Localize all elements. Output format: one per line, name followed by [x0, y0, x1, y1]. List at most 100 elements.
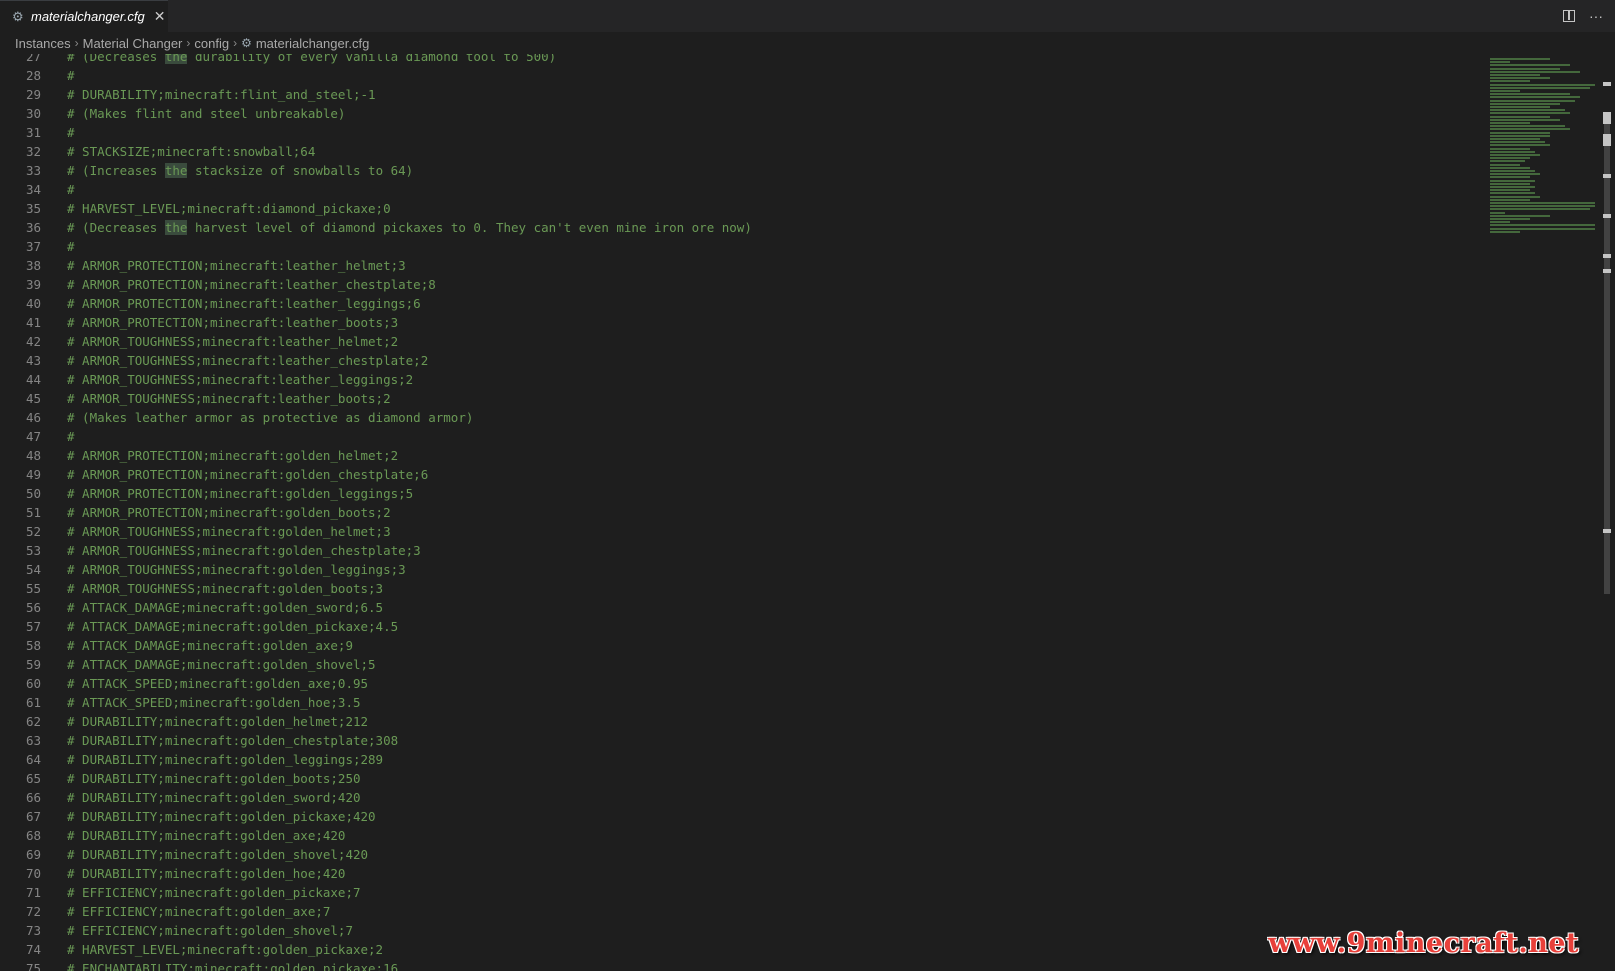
code-line[interactable]: 34 # [0, 180, 1480, 199]
minimap-line [1490, 170, 1535, 172]
editor-actions: ··· [1563, 0, 1603, 32]
code-line[interactable]: 56 # ATTACK_DAMAGE;minecraft:golden_sword… [0, 598, 1480, 617]
code-line[interactable]: 60 # ATTACK_SPEED;minecraft:golden_axe;0.… [0, 674, 1480, 693]
code-line[interactable]: 57 # ATTACK_DAMAGE;minecraft:golden_picka… [0, 617, 1480, 636]
code-line[interactable]: 47 # [0, 427, 1480, 446]
line-text: # DURABILITY;minecraft:flint_and_steel;-… [67, 87, 376, 102]
line-number: 36 [25, 220, 41, 235]
close-icon[interactable]: ✕ [154, 8, 166, 25]
code-line[interactable]: 43 # ARMOR_TOUGHNESS;minecraft:leather_ch… [0, 351, 1480, 370]
scroll-marker [1603, 134, 1611, 146]
code-line[interactable]: 55 # ARMOR_TOUGHNESS;minecraft:golden_boo… [0, 579, 1480, 598]
line-number: 35 [25, 201, 41, 216]
code-line[interactable]: 67 # DURABILITY;minecraft:golden_pickaxe;… [0, 807, 1480, 826]
minimap[interactable] [1480, 54, 1600, 971]
code-line[interactable]: 75 # ENCHANTABILITY;minecraft:golden_pick… [0, 959, 1480, 971]
code-line[interactable]: 29 # DURABILITY;minecraft:flint_and_steel… [0, 85, 1480, 104]
code-line[interactable]: 40 # ARMOR_PROTECTION;minecraft:leather_l… [0, 294, 1480, 313]
breadcrumb: Instances › Material Changer › config › … [0, 32, 1615, 54]
code-line[interactable]: 46 # (Makes leather armor as protective a… [0, 408, 1480, 427]
code-line[interactable]: 53 # ARMOR_TOUGHNESS;minecraft:golden_che… [0, 541, 1480, 560]
line-number: 47 [25, 429, 41, 444]
minimap-line [1490, 205, 1595, 208]
minimap-line [1490, 64, 1570, 67]
code-line[interactable]: 35 # HARVEST_LEVEL;minecraft:diamond_pick… [0, 199, 1480, 218]
code-line[interactable]: 52 # ARMOR_TOUGHNESS;minecraft:golden_hel… [0, 522, 1480, 541]
code-line[interactable]: 58 # ATTACK_DAMAGE;minecraft:golden_axe;9 [0, 636, 1480, 655]
minimap-line [1490, 93, 1570, 96]
code-line[interactable]: 49 # ARMOR_PROTECTION;minecraft:golden_ch… [0, 465, 1480, 484]
line-text: # DURABILITY;minecraft:golden_boots;250 [67, 771, 361, 786]
line-text: # ATTACK_SPEED;minecraft:golden_hoe;3.5 [67, 695, 361, 710]
code-line[interactable]: 64 # DURABILITY;minecraft:golden_leggings… [0, 750, 1480, 769]
more-actions-icon[interactable]: ··· [1589, 8, 1603, 24]
code-line[interactable]: 36 # (Decreases the harvest level of diam… [0, 218, 1480, 237]
code-line[interactable]: 66 # DURABILITY;minecraft:golden_sword;42… [0, 788, 1480, 807]
line-number: 28 [25, 68, 41, 83]
code-line[interactable]: 54 # ARMOR_TOUGHNESS;minecraft:golden_leg… [0, 560, 1480, 579]
code-line[interactable]: 62 # DURABILITY;minecraft:golden_helmet;2… [0, 712, 1480, 731]
minimap-line [1490, 198, 1530, 201]
code-line[interactable]: 63 # DURABILITY;minecraft:golden_chestpla… [0, 731, 1480, 750]
line-number: 75 [25, 961, 41, 971]
minimap-line [1490, 86, 1590, 89]
code-line[interactable]: 68 # DURABILITY;minecraft:golden_axe;420 [0, 826, 1480, 845]
line-number: 71 [25, 885, 41, 900]
code-line[interactable]: 72 # EFFICIENCY;minecraft:golden_axe;7 [0, 902, 1480, 921]
code-line[interactable]: 59 # ATTACK_DAMAGE;minecraft:golden_shove… [0, 655, 1480, 674]
code-line[interactable]: 30 # (Makes flint and steel unbreakable) [0, 104, 1480, 123]
code-line[interactable]: 27 # (Decreases the durability of every v… [0, 54, 1480, 66]
line-text: # DURABILITY;minecraft:golden_leggings;2… [67, 752, 384, 767]
code-line[interactable]: 73 # EFFICIENCY;minecraft:golden_shovel;7 [0, 921, 1480, 940]
code-line[interactable]: 39 # ARMOR_PROTECTION;minecraft:leather_c… [0, 275, 1480, 294]
split-editor-icon[interactable] [1563, 10, 1575, 22]
code-line[interactable]: 65 # DURABILITY;minecraft:golden_boots;25… [0, 769, 1480, 788]
code-line[interactable]: 28 # [0, 66, 1480, 85]
code-line[interactable]: 41 # ARMOR_PROTECTION;minecraft:leather_b… [0, 313, 1480, 332]
code-line[interactable]: 70 # DURABILITY;minecraft:golden_hoe;420 [0, 864, 1480, 883]
line-number: 41 [25, 315, 41, 330]
minimap-line [1490, 112, 1570, 115]
code-editor[interactable]: 27 # (Decreases the durability of every v… [0, 54, 1480, 971]
scrollbar-thumb[interactable] [1604, 114, 1610, 594]
minimap-line [1490, 125, 1565, 128]
line-text: # [67, 125, 75, 140]
minimap-line [1490, 189, 1530, 192]
line-text: # ARMOR_PROTECTION;minecraft:golden_boot… [67, 505, 391, 520]
minimap-line [1490, 147, 1530, 150]
code-line[interactable]: 37 # [0, 237, 1480, 256]
line-text: # ARMOR_TOUGHNESS;minecraft:golden_leggi… [67, 562, 406, 577]
code-line[interactable]: 33 # (Increases the stacksize of snowball… [0, 161, 1480, 180]
code-line[interactable]: 31 # [0, 123, 1480, 142]
tab-label: materialchanger.cfg [31, 9, 145, 24]
breadcrumb-item-config[interactable]: config [194, 36, 229, 51]
vertical-scrollbar[interactable] [1600, 54, 1615, 971]
line-number: 62 [25, 714, 41, 729]
code-line[interactable]: 71 # EFFICIENCY;minecraft:golden_pickaxe;… [0, 883, 1480, 902]
code-line[interactable]: 44 # ARMOR_TOUGHNESS;minecraft:leather_le… [0, 370, 1480, 389]
code-line[interactable]: 48 # ARMOR_PROTECTION;minecraft:golden_he… [0, 446, 1480, 465]
line-number: 69 [25, 847, 41, 862]
code-line[interactable]: 42 # ARMOR_TOUGHNESS;minecraft:leather_he… [0, 332, 1480, 351]
code-line[interactable]: 32 # STACKSIZE;minecraft:snowball;64 [0, 142, 1480, 161]
search-highlight: the [164, 54, 188, 64]
code-line[interactable]: 38 # ARMOR_PROTECTION;minecraft:leather_h… [0, 256, 1480, 275]
line-text: # ARMOR_TOUGHNESS;minecraft:golden_boots… [67, 581, 384, 596]
minimap-line [1490, 61, 1510, 64]
tab-materialchanger[interactable]: ⚙ materialchanger.cfg ✕ [0, 0, 168, 32]
breadcrumb-item-file[interactable]: materialchanger.cfg [256, 36, 369, 51]
breadcrumb-item-instances[interactable]: Instances [15, 36, 71, 51]
code-line[interactable]: 74 # HARVEST_LEVEL;minecraft:golden_picka… [0, 940, 1480, 959]
line-number: 45 [25, 391, 41, 406]
code-line[interactable]: 61 # ATTACK_SPEED;minecraft:golden_hoe;3.… [0, 693, 1480, 712]
scroll-marker [1603, 214, 1611, 218]
breadcrumb-item-material-changer[interactable]: Material Changer [83, 36, 183, 51]
code-line[interactable]: 51 # ARMOR_PROTECTION;minecraft:golden_bo… [0, 503, 1480, 522]
line-number: 27 [25, 54, 41, 64]
code-line[interactable]: 50 # ARMOR_PROTECTION;minecraft:golden_le… [0, 484, 1480, 503]
line-number: 64 [25, 752, 41, 767]
line-text: # ATTACK_DAMAGE;minecraft:golden_shovel;… [67, 657, 376, 672]
line-text: # DURABILITY;minecraft:golden_pickaxe;42… [67, 809, 376, 824]
code-line[interactable]: 69 # DURABILITY;minecraft:golden_shovel;4… [0, 845, 1480, 864]
code-line[interactable]: 45 # ARMOR_TOUGHNESS;minecraft:leather_bo… [0, 389, 1480, 408]
